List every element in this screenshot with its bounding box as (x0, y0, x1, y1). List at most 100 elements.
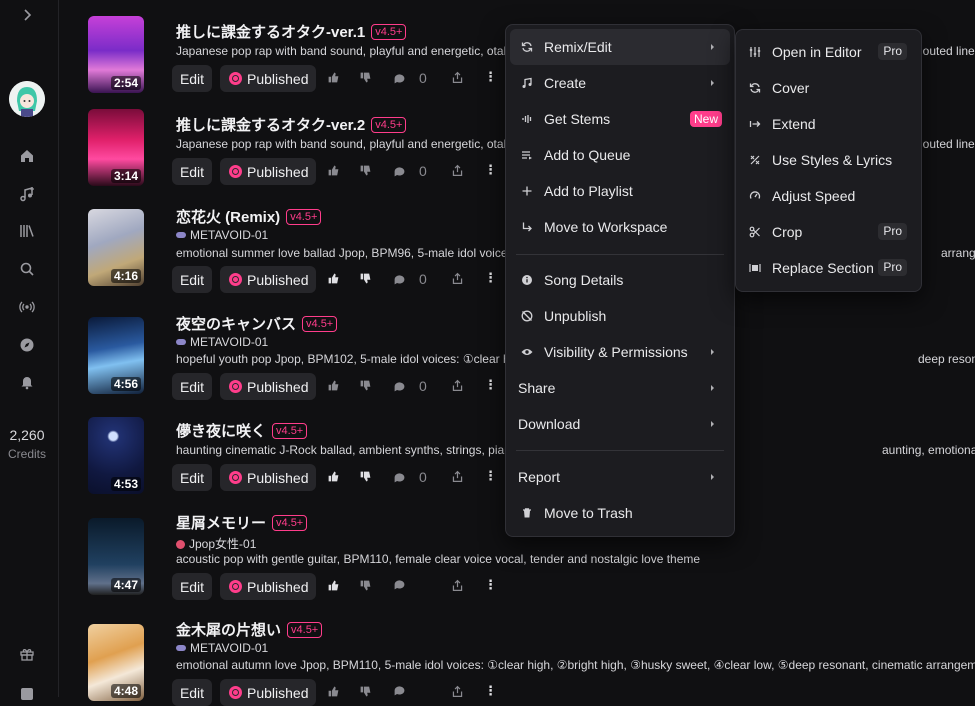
comments-button[interactable]: 0 (393, 469, 427, 485)
published-button[interactable]: Published (220, 464, 316, 491)
menu-item-get-stems[interactable]: Get Stems New (510, 101, 730, 137)
dislike-button[interactable] (359, 272, 372, 285)
comments-button[interactable]: 0 (393, 378, 427, 394)
submenu-item-adjust-speed[interactable]: Adjust Speed (740, 178, 917, 214)
home-icon[interactable] (17, 146, 37, 166)
artist-name[interactable]: METAVOID-01 (176, 641, 268, 655)
artist-name[interactable]: METAVOID-01 (176, 335, 268, 349)
like-button[interactable] (327, 579, 340, 592)
like-button[interactable] (327, 272, 340, 285)
dislike-button[interactable] (359, 579, 372, 592)
song-title[interactable]: 星屑メモリー v4.5+ (176, 512, 308, 533)
share-button[interactable] (451, 379, 464, 392)
like-button[interactable] (327, 164, 340, 177)
edit-button[interactable]: Edit (172, 373, 212, 400)
like-button[interactable] (327, 71, 340, 84)
song-title[interactable]: 金木犀の片想い v4.5+ (176, 619, 323, 640)
share-button[interactable] (451, 470, 464, 483)
create-music-icon[interactable] (17, 184, 37, 204)
edit-button[interactable]: Edit (172, 266, 212, 293)
edit-button[interactable]: Edit (172, 679, 212, 706)
comments-button[interactable]: 0 (393, 163, 427, 179)
artist-name[interactable]: METAVOID-01 (176, 228, 268, 242)
more-options-icon[interactable]: ⋮ (484, 468, 497, 484)
edit-button[interactable]: Edit (172, 65, 212, 92)
comments-button[interactable]: 0 (393, 70, 427, 86)
song-cover-image[interactable]: 4:48 (88, 624, 144, 701)
more-options-icon[interactable]: ⋮ (484, 377, 497, 393)
more-options-icon[interactable]: ⋮ (484, 162, 497, 178)
share-button[interactable] (451, 164, 464, 177)
dislike-button[interactable] (359, 685, 372, 698)
menu-item-create[interactable]: Create (510, 65, 730, 101)
song-cover-image[interactable]: 3:14 (88, 109, 144, 186)
menu-item-remix-edit[interactable]: Remix/Edit (510, 29, 730, 65)
menu-item-add-to-playlist[interactable]: Add to Playlist (510, 173, 730, 209)
like-button[interactable] (327, 685, 340, 698)
menu-item-visibility-permissions[interactable]: Visibility & Permissions (510, 334, 730, 370)
published-button[interactable]: Published (220, 679, 316, 706)
song-cover-image[interactable]: 4:47 (88, 518, 144, 595)
expand-chevron-icon[interactable] (17, 5, 37, 25)
song-title[interactable]: 儚き夜に咲く v4.5+ (176, 420, 308, 441)
like-button[interactable] (327, 470, 340, 483)
library-icon[interactable] (17, 221, 37, 241)
menu-item-song-details[interactable]: Song Details (510, 262, 730, 298)
edit-button[interactable]: Edit (172, 158, 212, 185)
submenu-item-open-in-editor[interactable]: Open in Editor Pro (740, 34, 917, 70)
menu-item-download[interactable]: Download (510, 406, 730, 442)
dislike-button[interactable] (359, 71, 372, 84)
published-button[interactable]: Published (220, 373, 316, 400)
like-button[interactable] (327, 379, 340, 392)
bottom-menu-icon[interactable] (17, 684, 37, 704)
share-button[interactable] (451, 685, 464, 698)
explore-compass-icon[interactable] (17, 335, 37, 355)
more-options-icon[interactable]: ⋮ (484, 69, 497, 85)
artist-name[interactable]: Jpop女性-01 (176, 535, 256, 552)
submenu-item-use-styles-lyrics[interactable]: Use Styles & Lyrics (740, 142, 917, 178)
credits-count[interactable]: 2,260 (0, 427, 54, 443)
comment-count: 0 (419, 70, 427, 86)
comments-button[interactable] (393, 684, 406, 697)
song-title[interactable]: 恋花火 (Remix) v4.5+ (176, 206, 322, 227)
menu-item-move-to-trash[interactable]: Move to Trash (510, 495, 730, 531)
menu-item-share[interactable]: Share (510, 370, 730, 406)
menu-item-add-to-queue[interactable]: Add to Queue (510, 137, 730, 173)
avatar[interactable] (9, 81, 45, 117)
song-cover-image[interactable]: 2:54 (88, 16, 144, 93)
song-row[interactable]: 4:48 金木犀の片想い v4.5+ METAVOID-01 emotional … (60, 611, 975, 706)
song-cover-image[interactable]: 4:53 (88, 417, 144, 494)
published-button[interactable]: Published (220, 65, 316, 92)
dislike-button[interactable] (359, 470, 372, 483)
song-title[interactable]: 推しに課金するオタク-ver.1 v4.5+ (176, 21, 407, 42)
published-button[interactable]: Published (220, 158, 316, 185)
song-title[interactable]: 夜空のキャンバス v4.5+ (176, 313, 338, 334)
more-options-icon[interactable]: ⋮ (484, 270, 497, 286)
search-icon[interactable] (17, 259, 37, 279)
submenu-item-replace-section[interactable]: Replace Section Pro (740, 250, 917, 286)
gift-icon[interactable] (17, 644, 37, 664)
menu-item-report[interactable]: Report (510, 459, 730, 495)
song-cover-image[interactable]: 4:56 (88, 317, 144, 394)
submenu-item-extend[interactable]: Extend (740, 106, 917, 142)
submenu-item-cover[interactable]: Cover (740, 70, 917, 106)
submenu-item-crop[interactable]: Crop Pro (740, 214, 917, 250)
published-button[interactable]: Published (220, 573, 316, 600)
dislike-button[interactable] (359, 164, 372, 177)
share-button[interactable] (451, 579, 464, 592)
comments-button[interactable] (393, 578, 406, 591)
comments-button[interactable]: 0 (393, 271, 427, 287)
menu-item-unpublish[interactable]: Unpublish (510, 298, 730, 334)
published-button[interactable]: Published (220, 266, 316, 293)
notifications-bell-icon[interactable] (17, 372, 37, 392)
share-button[interactable] (451, 272, 464, 285)
song-cover-image[interactable]: 4:16 (88, 209, 144, 286)
song-title[interactable]: 推しに課金するオタク-ver.2 v4.5+ (176, 114, 407, 135)
dislike-button[interactable] (359, 379, 372, 392)
edit-button[interactable]: Edit (172, 573, 212, 600)
edit-button[interactable]: Edit (172, 464, 212, 491)
more-options-icon[interactable]: ⋮ (484, 577, 497, 593)
radio-icon[interactable] (17, 297, 37, 317)
share-button[interactable] (451, 71, 464, 84)
menu-item-move-to-workspace[interactable]: Move to Workspace (510, 209, 730, 245)
